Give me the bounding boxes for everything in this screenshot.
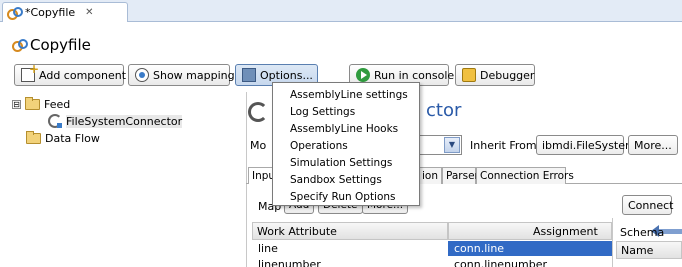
mapping-icon [135,68,149,82]
menu-item-label: Operations [290,139,348,152]
schema-label: Schema [620,226,665,239]
schema-divider [612,218,613,267]
assemblyline-tree: ⊟ Feed FileSystemConnector Data Flow [0,92,246,267]
tab-label: Parser [446,170,479,182]
editor-tab-copyfile[interactable]: *Copyfile ✕ [2,2,128,22]
tab-parser[interactable]: Parser [442,167,479,184]
work-attribute-cell: linenumber [258,258,321,267]
menu-item-log-settings[interactable]: Log Settings [273,103,419,120]
menu-item-label: AssemblyLine settings [290,88,408,101]
show-mapping-label: Show mapping [153,68,235,82]
column-header-label: Name [621,243,654,257]
menu-item-sandbox-settings[interactable]: Sandbox Settings [273,171,419,188]
column-header-assignment[interactable]: Assignment [448,222,682,240]
tab-label: Connection Errors [480,170,574,182]
debugger-label: Debugger [480,68,535,82]
connect-button-label: Connect [628,198,674,212]
debugger-button[interactable]: Debugger [455,64,535,86]
tree-item-feed[interactable]: ⊟ Feed [10,96,72,112]
column-header-work-attribute[interactable]: Work Attribute [252,222,448,240]
assemblyline-icon [12,39,28,52]
menu-item-specify-run-options[interactable]: Specify Run Options [273,188,419,205]
tree-item-label: Data Flow [45,131,100,145]
menu-item-label: AssemblyLine Hooks [290,122,399,135]
inherit-from-value: ibmdi.FileSystem [542,138,636,152]
close-icon[interactable]: ✕ [85,7,93,18]
connector-title: ctor [426,100,462,121]
options-icon [242,68,256,82]
inherit-from-label: Inherit From [470,139,537,152]
assignment-value: conn.linenumber [454,258,548,267]
menu-item-label: Log Settings [290,105,356,118]
menu-item-assemblyline-settings[interactable]: AssemblyLine settings [273,86,419,103]
menu-item-assemblyline-hooks[interactable]: AssemblyLine Hooks [273,120,419,137]
run-icon [356,68,370,82]
connector-icon [248,102,268,122]
mode-label: Mo [250,139,267,152]
editor-tab-strip: *Copyfile ✕ [0,0,682,22]
tab-input-map[interactable]: Inpu [248,167,275,184]
table-row[interactable]: line [252,241,448,256]
column-header-label: Work Attribute [257,224,337,238]
assignment-cell[interactable]: conn.linenumber [448,257,612,267]
tab-connection[interactable]: ion [418,167,442,184]
menu-item-operations[interactable]: Operations [273,137,419,154]
menu-item-label: Sandbox Settings [290,173,382,186]
connector-icon [48,114,62,128]
work-attribute-cell: line [258,242,278,255]
collapse-icon[interactable]: ⊟ [12,99,21,109]
inherit-from-button[interactable]: ibmdi.FileSystem [536,135,636,155]
editor-tab-label: *Copyfile [25,6,76,19]
menu-item-label: Simulation Settings [290,156,393,169]
schema-column-header-name[interactable]: Name [616,241,682,259]
mapping-table: Work Attribute Assignment line conn.line… [252,222,682,267]
tree-item-data-flow[interactable]: Data Flow [24,130,102,146]
assignment-value: conn.line [454,242,505,255]
tree-item-label: FileSystemConnector [66,114,183,128]
assemblyline-icon [7,6,23,20]
options-menu: AssemblyLine settings Log Settings Assem… [272,82,420,206]
show-mapping-button[interactable]: Show mapping [128,64,235,86]
tab-connection-errors[interactable]: Connection Errors [476,167,574,184]
more-button[interactable]: More... [628,135,678,155]
menu-item-label: Specify Run Options [290,190,396,203]
assignment-cell-selected[interactable]: conn.line [448,241,612,256]
options-label: Options... [260,68,313,82]
tree-item-filesystemconnector[interactable]: FileSystemConnector [46,113,184,129]
connect-button[interactable]: Connect [622,195,674,215]
folder-icon [26,130,41,144]
more-button-label: More... [634,138,672,152]
page-title: Copyfile [12,36,91,54]
table-row[interactable]: linenumber [252,257,448,267]
add-component-button[interactable]: Add component [14,62,127,86]
add-component-icon [21,62,39,82]
column-header-label: Assignment [533,224,598,238]
page-title-text: Copyfile [30,36,91,54]
chevron-down-icon[interactable]: ▼ [444,137,460,153]
debugger-icon [462,68,476,82]
add-component-label: Add component [39,68,127,82]
folder-icon [25,96,40,110]
run-in-console-label: Run in console [374,68,455,82]
menu-item-simulation-settings[interactable]: Simulation Settings [273,154,419,171]
tree-item-label: Feed [44,97,71,111]
tab-label: ion [422,170,438,182]
